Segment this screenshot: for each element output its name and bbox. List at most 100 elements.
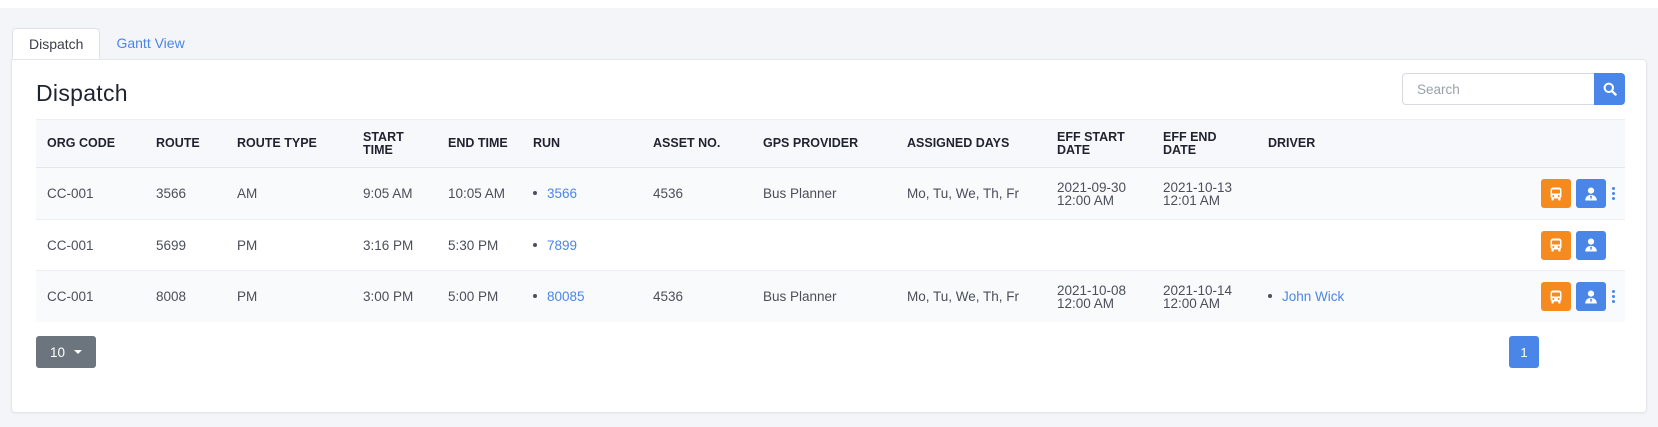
cell-route: 3566 [145, 167, 226, 220]
cell-gps-provider: Bus Planner [752, 167, 896, 220]
cell-run: 3566 [522, 167, 642, 220]
cell-run: 80085 [522, 270, 642, 322]
eff-end-time: 12:00 AM [1163, 295, 1221, 311]
cell-asset-no [642, 219, 752, 271]
run-link[interactable]: 7899 [547, 238, 577, 253]
cell-end-time: 5:00 PM [437, 270, 522, 322]
assign-driver-button[interactable] [1576, 179, 1606, 208]
search-icon [1603, 82, 1617, 96]
bullet [533, 242, 537, 247]
cell-eff-end-date [1152, 219, 1257, 271]
page-size-dropdown[interactable]: 10 [36, 336, 96, 368]
cell-eff-start-date: 2021-10-08 12:00 AM [1046, 270, 1152, 322]
col-eff-end-date[interactable]: EFF END DATE [1152, 119, 1257, 168]
table-row: CC-001 8008 PM 3:00 PM 5:00 PM 80085 453… [36, 270, 1625, 322]
cell-asset-no: 4536 [642, 167, 752, 220]
eff-start-time: 12:00 AM [1057, 295, 1115, 311]
kebab-menu-icon[interactable] [1608, 186, 1618, 201]
bullet [533, 191, 537, 196]
col-asset-no[interactable]: ASSET NO. [642, 119, 752, 168]
row-actions [1453, 230, 1625, 260]
tab-bar: Dispatch Gantt View [12, 28, 201, 60]
tab-dispatch[interactable]: Dispatch [12, 28, 101, 59]
page-size-value: 10 [49, 344, 66, 360]
col-assigned-days[interactable]: ASSIGNED DAYS [896, 119, 1046, 168]
cell-route-type: PM [226, 219, 352, 271]
cell-route: 5699 [145, 219, 226, 271]
run-link[interactable]: 3566 [547, 186, 577, 201]
cell-eff-start-date: 2021-09-30 12:00 AM [1046, 167, 1152, 220]
col-eff-start-line1: EFF START [1057, 129, 1125, 144]
cell-driver [1257, 219, 1442, 271]
cell-assigned-days: Mo, Tu, We, Th, Fr [896, 167, 1046, 220]
col-org-code[interactable]: ORG CODE [36, 119, 145, 168]
caret-down-icon [74, 350, 83, 354]
col-run[interactable]: RUN [522, 119, 642, 168]
tab-gantt-view[interactable]: Gantt View [100, 28, 200, 59]
cell-start-time: 3:00 PM [352, 270, 437, 322]
cell-gps-provider [752, 219, 896, 271]
driver-icon [1585, 187, 1597, 200]
col-end-time[interactable]: END TIME [437, 119, 522, 168]
bullet [1268, 294, 1272, 299]
cell-start-time: 3:16 PM [352, 219, 437, 271]
cell-end-time: 10:05 AM [437, 167, 522, 220]
col-start-time-line2: TIME [363, 142, 393, 157]
bus-icon [1550, 187, 1562, 200]
cell-run: 7899 [522, 219, 642, 271]
cell-assigned-days: Mo, Tu, We, Th, Fr [896, 270, 1046, 322]
cell-driver [1257, 167, 1442, 220]
assign-driver-button[interactable] [1576, 282, 1606, 311]
cell-actions [1442, 167, 1625, 220]
bus-icon [1550, 238, 1562, 252]
assign-bus-button[interactable] [1541, 282, 1571, 311]
eff-end-time: 12:01 AM [1163, 192, 1221, 208]
col-gps-provider[interactable]: GPS PROVIDER [752, 119, 896, 168]
search-input[interactable] [1402, 73, 1594, 105]
driver-icon [1585, 238, 1597, 252]
col-eff-end-line1: EFF END [1163, 129, 1217, 144]
cell-eff-end-date: 2021-10-13 12:01 AM [1152, 167, 1257, 220]
cell-org-code: CC-001 [36, 270, 145, 322]
table-row: CC-001 3566 AM 9:05 AM 10:05 AM 3566 453… [36, 167, 1625, 220]
cell-actions [1442, 219, 1625, 271]
bullet [533, 294, 537, 299]
row-actions [1453, 282, 1625, 311]
assign-bus-button[interactable] [1541, 179, 1571, 208]
row-actions [1453, 179, 1625, 208]
cell-start-time: 9:05 AM [352, 167, 437, 220]
col-start-time[interactable]: START TIME [352, 119, 437, 168]
page-title: Dispatch [36, 80, 128, 106]
cell-gps-provider: Bus Planner [752, 270, 896, 322]
cell-route: 8008 [145, 270, 226, 322]
assign-bus-button[interactable] [1541, 230, 1571, 260]
col-route[interactable]: ROUTE [145, 119, 226, 168]
col-eff-end-line2: DATE [1163, 142, 1197, 157]
assign-driver-button[interactable] [1576, 230, 1606, 260]
top-bar [0, 0, 1658, 8]
cell-actions [1442, 270, 1625, 322]
search-box [1402, 73, 1625, 105]
kebab-menu-icon[interactable] [1608, 289, 1618, 304]
table-header-row: ORG CODE ROUTE ROUTE TYPE START TIME END … [36, 119, 1625, 168]
eff-start-time: 12:00 AM [1057, 192, 1115, 208]
cell-route-type: AM [226, 167, 352, 220]
cell-org-code: CC-001 [36, 167, 145, 220]
driver-icon [1585, 290, 1597, 303]
cell-route-type: PM [226, 270, 352, 322]
col-driver[interactable]: DRIVER [1257, 119, 1442, 168]
run-link[interactable]: 80085 [547, 289, 585, 304]
col-eff-start-line2: DATE [1057, 142, 1091, 157]
col-route-type[interactable]: ROUTE TYPE [226, 119, 352, 168]
page-button-current[interactable]: 1 [1509, 336, 1539, 368]
search-button[interactable] [1594, 73, 1625, 105]
cell-eff-end-date: 2021-10-14 12:00 AM [1152, 270, 1257, 322]
cell-org-code: CC-001 [36, 219, 145, 271]
dispatch-table: ORG CODE ROUTE ROUTE TYPE START TIME END … [36, 119, 1625, 322]
col-actions [1442, 119, 1625, 168]
cell-eff-start-date [1046, 219, 1152, 271]
dispatch-panel: Dispatch ORG CODE ROUTE ROUTE TYPE START… [11, 59, 1647, 413]
col-eff-start-date[interactable]: EFF START DATE [1046, 119, 1152, 168]
bus-icon [1550, 290, 1562, 303]
driver-link[interactable]: John Wick [1282, 289, 1344, 304]
